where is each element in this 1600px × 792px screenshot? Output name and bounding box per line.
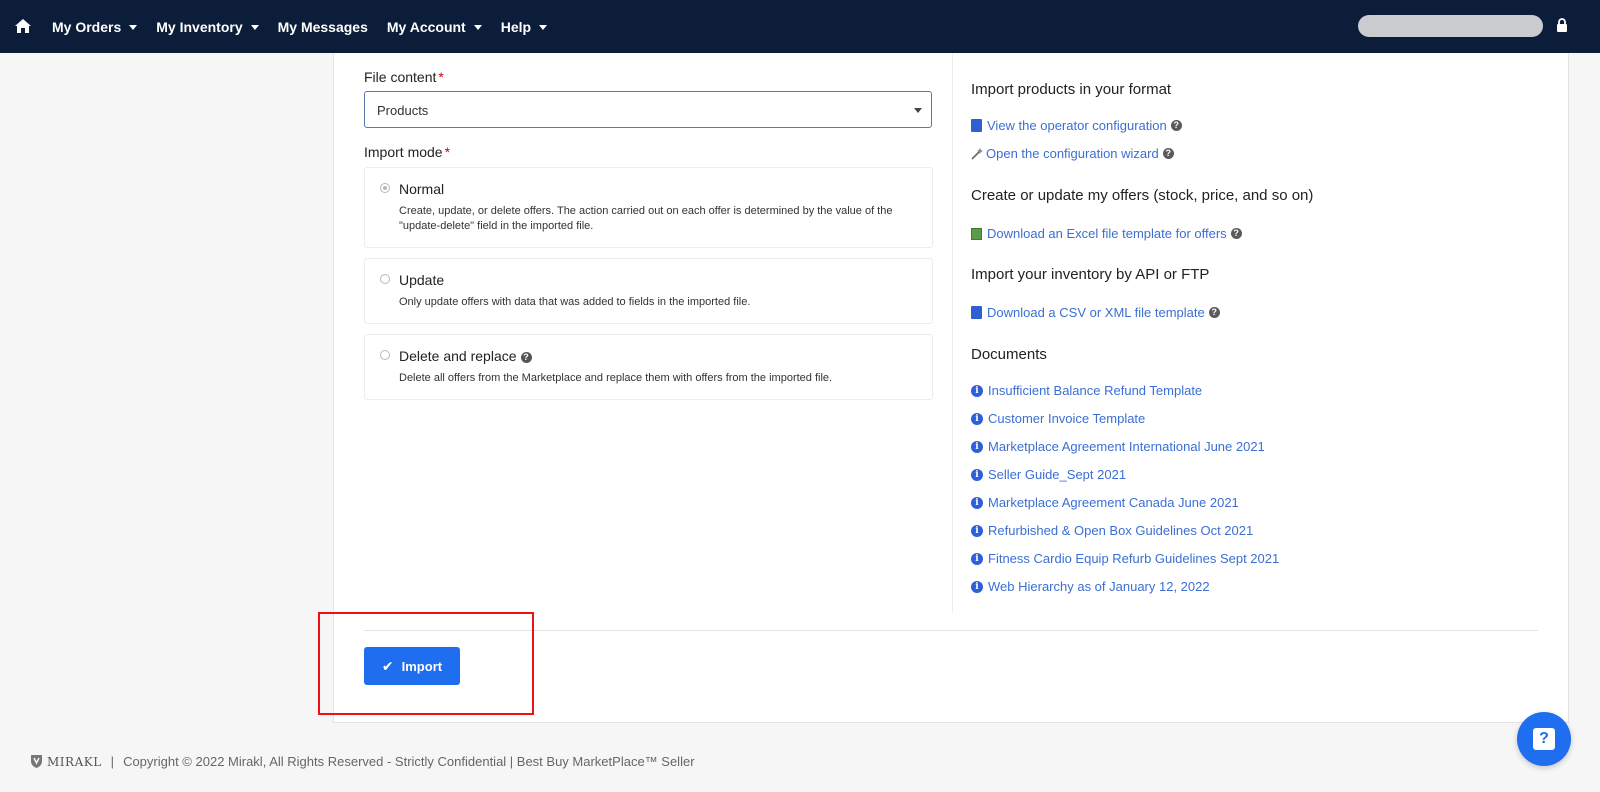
nav-menu: My Orders My Inventory My Messages My Ac… (52, 0, 566, 53)
link-text: Insufficient Balance Refund Template (988, 383, 1203, 398)
option-title: Update (399, 272, 445, 288)
link-text: Web Hierarchy as of January 12, 2022 (988, 579, 1210, 594)
doc-link[interactable]: i Refurbished & Open Box Guidelines Oct 2… (971, 523, 1253, 538)
required-mark: * (444, 144, 451, 160)
form-divider (364, 630, 1538, 631)
chevron-down-icon (914, 108, 922, 113)
excel-file-icon (971, 227, 982, 240)
wand-icon (971, 147, 983, 160)
top-nav: My Orders My Inventory My Messages My Ac… (0, 0, 1600, 53)
doc-link[interactable]: i Web Hierarchy as of January 12, 2022 (971, 579, 1210, 594)
doc-link[interactable]: i Seller Guide_Sept 2021 (971, 467, 1126, 482)
book-icon (971, 119, 982, 132)
help-icon[interactable]: ? (1208, 307, 1220, 318)
footer: MIRAKL | Copyright © 2022 Mirakl, All Ri… (30, 754, 695, 769)
option-description: Create, update, or delete offers. The ac… (399, 205, 893, 232)
column-divider (952, 53, 953, 613)
help-icon[interactable]: ? (1162, 148, 1174, 159)
question-icon: ? (1533, 728, 1555, 750)
radio-normal[interactable] (380, 183, 390, 193)
option-title: Delete and replace (399, 348, 517, 364)
nav-label: Help (500, 18, 532, 35)
nav-my-orders[interactable]: My Orders (52, 18, 138, 35)
link-text: Fitness Cardio Equip Refurb Guidelines S… (988, 551, 1280, 566)
link-text: Marketplace Agreement Canada June 2021 (988, 495, 1239, 510)
help-icon[interactable]: ? (1170, 120, 1182, 131)
nav-label: My Account (386, 18, 466, 35)
link-text: Refurbished & Open Box Guidelines Oct 20… (988, 523, 1254, 538)
help-chat-button[interactable]: ? (1517, 712, 1571, 766)
book-icon (971, 306, 982, 319)
nav-label: My Orders (52, 18, 122, 35)
option-description: Delete all offers from the Marketplace a… (399, 372, 833, 384)
radio-delete-replace[interactable] (380, 350, 390, 360)
info-icon: i (971, 440, 983, 453)
import-mode-label: Import mode * (364, 144, 450, 160)
nav-help[interactable]: Help (500, 18, 548, 35)
info-icon: i (971, 552, 983, 565)
doc-link[interactable]: i Customer Invoice Template (971, 411, 1145, 426)
caret-down-icon (473, 25, 482, 30)
info-icon: i (971, 384, 983, 397)
info-icon: i (971, 412, 983, 425)
radio-update[interactable] (380, 274, 390, 284)
doc-link[interactable]: i Fitness Cardio Equip Refurb Guidelines … (971, 551, 1279, 566)
doc-link[interactable]: i Marketplace Agreement International Jun… (971, 439, 1265, 454)
file-content-select[interactable]: Products (364, 91, 932, 128)
import-mode-update[interactable]: Update Only update offers with data that… (364, 258, 933, 324)
footer-copyright: Copyright © 2022 Mirakl, All Rights Rese… (123, 754, 695, 769)
footer-separator: | (110, 754, 115, 769)
nav-my-inventory[interactable]: My Inventory (156, 18, 259, 35)
home-icon[interactable] (14, 17, 32, 35)
link-download-excel-template[interactable]: Download an Excel file template for offe… (971, 226, 1242, 241)
info-icon: i (971, 468, 983, 481)
link-text: Customer Invoice Template (988, 411, 1146, 426)
caret-down-icon (539, 25, 548, 30)
link-text: Download an Excel file template for offe… (987, 226, 1227, 241)
footer-brand: MIRAKL (47, 754, 102, 769)
caret-down-icon (250, 25, 259, 30)
info-icon: i (971, 580, 983, 593)
link-open-config-wizard[interactable]: Open the configuration wizard? (971, 146, 1174, 161)
info-icon: i (971, 496, 983, 509)
link-text: Marketplace Agreement International June… (988, 439, 1265, 454)
import-mode-normal[interactable]: Normal Create, update, or delete offers.… (364, 167, 933, 248)
label-text: Import mode (364, 144, 443, 160)
required-mark: * (438, 69, 444, 85)
lock-icon[interactable] (1556, 18, 1568, 32)
user-account-pill[interactable] (1358, 15, 1543, 37)
info-icon: i (971, 524, 983, 537)
select-value: Products (377, 103, 429, 118)
doc-link[interactable]: i Insufficient Balance Refund Template (971, 383, 1202, 398)
label-text: File content (364, 69, 437, 85)
section-title-offers: Create or update my offers (stock, price… (971, 187, 1314, 204)
link-text: Download a CSV or XML file template (987, 305, 1205, 320)
caret-down-icon (129, 25, 138, 30)
link-view-operator-config[interactable]: View the operator configuration? (971, 118, 1182, 133)
doc-link[interactable]: i Marketplace Agreement Canada June 2021 (971, 495, 1239, 510)
nav-label: My Messages (277, 18, 368, 35)
mirakl-shield-icon (31, 755, 42, 768)
option-description: Only update offers with data that was ad… (399, 296, 751, 308)
nav-label: My Inventory (156, 18, 243, 35)
link-text: View the operator configuration (987, 118, 1167, 133)
section-title-import-format: Import products in your format (971, 81, 1172, 98)
option-title: Normal (399, 181, 445, 197)
option-title-wrap: Delete and replace? (399, 348, 532, 364)
annotation-highlight-box (318, 612, 534, 715)
nav-my-account[interactable]: My Account (387, 19, 482, 35)
link-text: Open the configuration wizard (986, 146, 1159, 161)
link-text: Seller Guide_Sept 2021 (988, 467, 1127, 482)
link-download-csv-xml-template[interactable]: Download a CSV or XML file template? (971, 305, 1220, 320)
nav-my-messages[interactable]: My Messages (278, 19, 368, 35)
help-icon[interactable]: ? (1230, 228, 1242, 239)
help-icon[interactable]: ? (520, 351, 532, 363)
section-title-documents: Documents (971, 346, 1047, 363)
file-content-label: File content * (364, 69, 444, 85)
section-title-api-ftp: Import your inventory by API or FTP (971, 266, 1210, 283)
import-mode-delete-replace[interactable]: Delete and replace? Delete all offers fr… (364, 334, 933, 400)
